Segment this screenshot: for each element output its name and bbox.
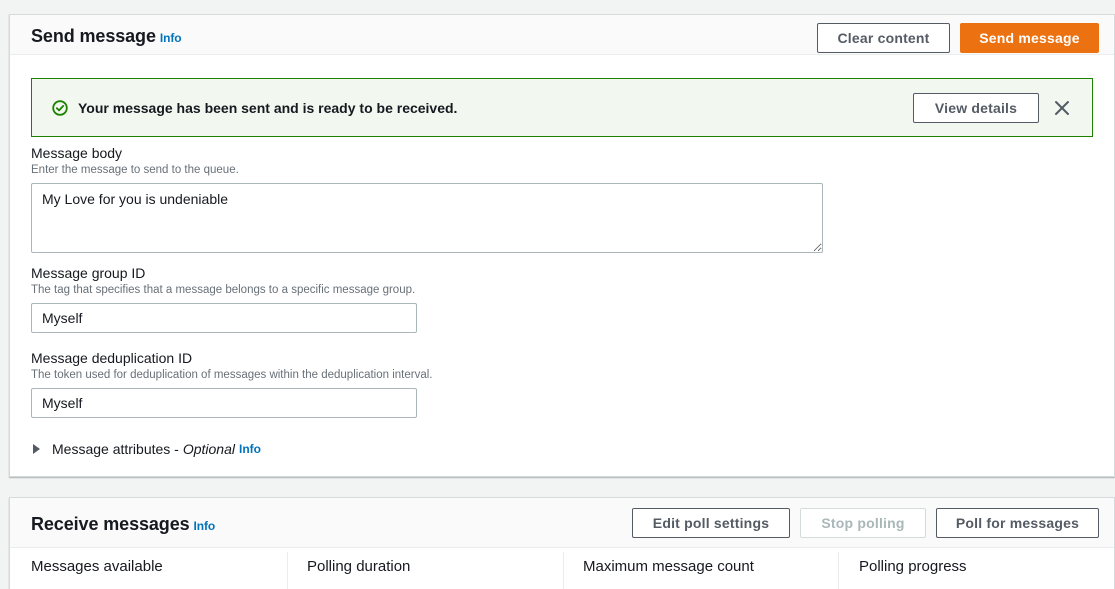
stat-messages-available: Messages available [31,558,163,575]
caret-right-icon [33,444,40,454]
stat-divider [838,552,839,589]
receive-messages-info-link[interactable]: Info [194,519,216,533]
success-check-icon [52,100,68,116]
clear-content-button[interactable]: Clear content [817,23,950,53]
send-message-button[interactable]: Send message [960,23,1099,53]
stat-polling-duration: Polling duration [307,558,411,575]
close-icon[interactable] [1053,99,1071,117]
message-group-id-description: The tag that specifies that a message be… [31,284,416,296]
stop-polling-button[interactable]: Stop polling [800,508,926,538]
message-attributes-expander[interactable]: Message attributes - Optional Info [31,441,261,457]
message-group-id-label: Message group ID [31,265,146,281]
send-message-title-text: Send message [31,26,156,46]
send-message-info-link[interactable]: Info [160,31,182,45]
receive-messages-title-text: Receive messages [31,514,190,534]
stat-divider [287,552,288,589]
message-dedup-id-description: The token used for deduplication of mess… [31,369,433,381]
send-message-header: Send message Info Clear content Send mess… [10,15,1114,55]
send-message-title: Send message Info [31,26,182,47]
success-flashbar: Your message has been sent and is ready … [31,78,1093,137]
message-dedup-id-input[interactable] [31,388,417,418]
receive-messages-panel: Receive messages Info Edit poll settings … [9,497,1115,589]
success-message: Your message has been sent and is ready … [78,100,458,116]
stat-polling-progress: Polling progress [859,558,967,575]
view-details-button[interactable]: View details [913,93,1039,123]
send-message-panel: Send message Info Clear content Send mess… [9,14,1115,477]
message-dedup-id-label: Message deduplication ID [31,350,193,366]
poll-for-messages-button[interactable]: Poll for messages [936,508,1099,538]
message-attributes-info-link[interactable]: Info [239,442,261,456]
receive-messages-title: Receive messages Info [31,514,215,535]
message-body-description: Enter the message to send to the queue. [31,164,239,176]
message-attributes-optional: Optional [182,441,235,457]
message-body-textarea[interactable]: My Love for you is undeniable [31,183,823,253]
message-body-label: Message body [31,145,123,161]
message-group-id-input[interactable] [31,303,417,333]
message-attributes-label: Message attributes - [52,441,179,457]
stat-divider [563,552,564,589]
polling-stats: Messages available Polling duration Maxi… [10,552,1114,589]
stat-maximum-message-count: Maximum message count [583,558,754,575]
edit-poll-settings-button[interactable]: Edit poll settings [632,508,790,538]
receive-messages-header: Receive messages Info Edit poll settings … [10,498,1114,548]
